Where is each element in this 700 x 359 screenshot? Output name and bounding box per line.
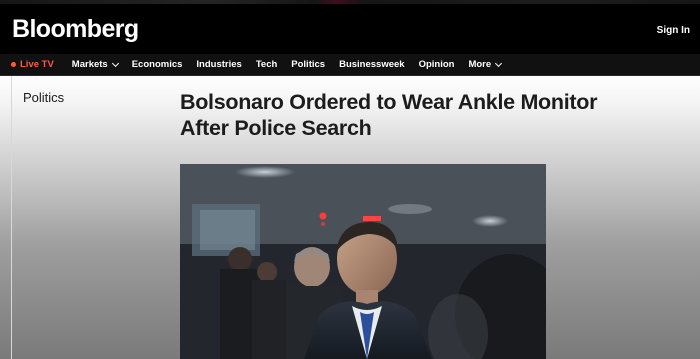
top-ticker-strip xyxy=(0,0,700,4)
article-photo xyxy=(180,164,546,359)
nav-politics[interactable]: Politics xyxy=(291,54,325,76)
nav-more-label: More xyxy=(468,58,492,70)
live-dot-icon xyxy=(11,62,16,67)
section-label[interactable]: Politics xyxy=(23,90,64,106)
sign-in-button[interactable]: Sign In xyxy=(657,25,690,37)
nav-businessweek[interactable]: Businessweek xyxy=(339,54,404,76)
chevron-down-icon xyxy=(111,59,119,67)
nav-markets[interactable]: Markets xyxy=(71,54,119,76)
main-nav: Live TV Markets Economics Industries Tec… xyxy=(0,54,700,76)
nav-live-tv[interactable]: Live TV xyxy=(11,54,54,76)
nav-opinion[interactable]: Opinion xyxy=(419,54,455,76)
chevron-down-icon xyxy=(495,59,503,67)
nav-more[interactable]: More xyxy=(468,54,503,76)
article-headline: Bolsonaro Ordered to Wear Ankle Monitor … xyxy=(180,90,598,140)
nav-live-tv-label: Live TV xyxy=(20,58,54,70)
article-area: Politics Bolsonaro Ordered to Wear Ankle… xyxy=(0,76,700,359)
site-header: Bloomberg Sign In xyxy=(0,0,700,54)
bloomberg-logo[interactable]: Bloomberg xyxy=(12,14,139,44)
article-photo-illustration xyxy=(180,164,546,359)
nav-economics[interactable]: Economics xyxy=(132,54,183,76)
nav-industries[interactable]: Industries xyxy=(196,54,241,76)
nav-tech[interactable]: Tech xyxy=(256,54,277,76)
left-divider xyxy=(11,76,12,359)
nav-markets-label: Markets xyxy=(71,58,108,70)
